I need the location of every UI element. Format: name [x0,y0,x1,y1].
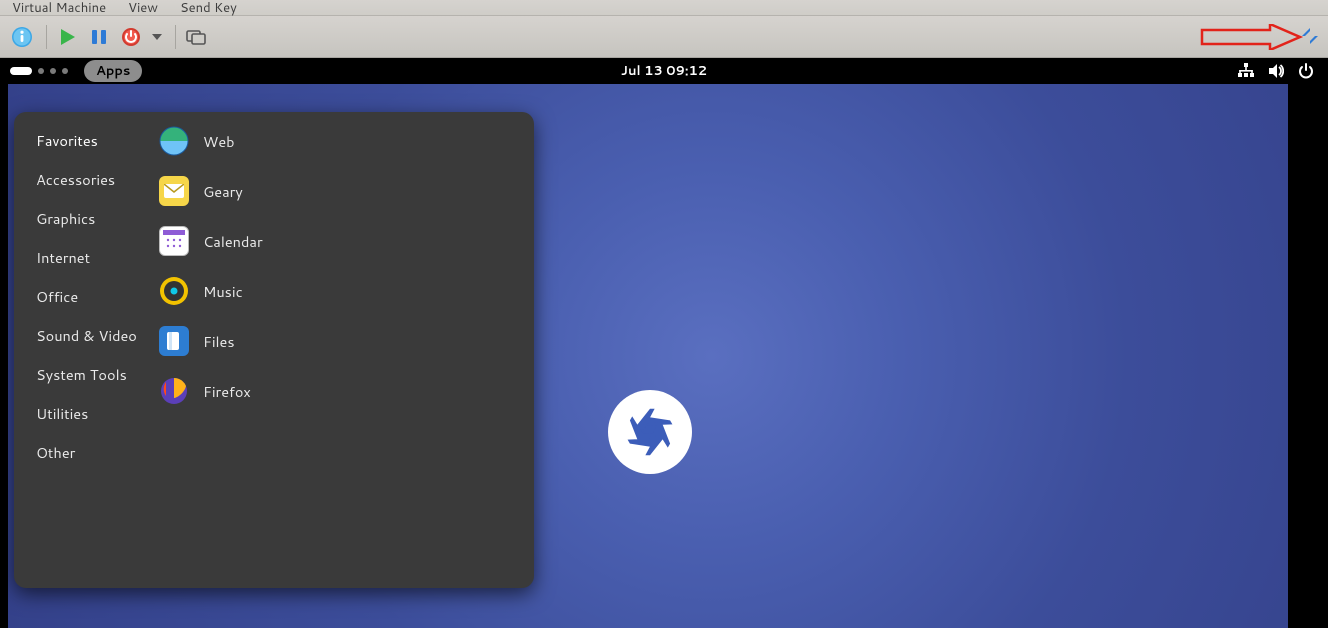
host-menubar: Virtual Machine View Send Key [0,0,1328,16]
activities-indicator[interactable] [10,67,68,75]
web-icon [159,126,189,156]
power-icon [1298,63,1314,79]
screenshot-button[interactable] [182,23,210,51]
volume-icon [1268,63,1284,79]
category-list: Favorites Accessories Graphics Internet … [14,112,149,588]
toolbar-separator [46,25,47,49]
category-system-tools[interactable]: System Tools [36,364,149,385]
system-tray[interactable] [1238,63,1314,79]
category-internet[interactable]: Internet [36,247,149,268]
power-menu-dropdown[interactable] [149,23,165,51]
nixos-logo [608,390,692,474]
app-label: Music [203,281,243,302]
calendar-icon [159,226,189,256]
app-calendar[interactable]: Calendar [159,226,534,256]
menu-virtual-machine[interactable]: Virtual Machine [12,0,106,17]
play-button[interactable] [53,23,81,51]
apps-menu: Favorites Accessories Graphics Internet … [14,112,534,588]
annotation-arrow [1200,24,1320,50]
app-label: Geary [203,181,243,202]
category-utilities[interactable]: Utilities [36,403,149,424]
guest-vm: Apps Jul 13 09:12 [0,58,1328,628]
app-music[interactable]: Music [159,276,534,306]
toolbar-separator [175,25,176,49]
network-icon [1238,63,1254,79]
info-button[interactable] [8,23,36,51]
category-graphics[interactable]: Graphics [36,208,149,229]
apps-button[interactable]: Apps [84,60,142,82]
app-geary[interactable]: Geary [159,176,534,206]
menu-view[interactable]: View [128,0,158,17]
power-button[interactable] [117,23,145,51]
app-files[interactable]: Files [159,326,534,356]
category-office[interactable]: Office [36,286,149,307]
gnome-topbar: Apps Jul 13 09:12 [0,58,1328,84]
host-toolbar [0,16,1328,58]
app-firefox[interactable]: Firefox [159,376,534,406]
app-label: Files [203,331,235,352]
app-web[interactable]: Web [159,126,534,156]
app-label: Calendar [203,231,263,252]
firefox-icon [159,376,189,406]
category-favorites[interactable]: Favorites [36,130,149,151]
category-accessories[interactable]: Accessories [36,169,149,190]
app-label: Web [203,131,235,152]
files-icon [159,326,189,356]
app-label: Firefox [203,381,251,402]
app-list: Web Geary Calendar [149,112,534,588]
menu-send-key[interactable]: Send Key [180,0,237,17]
mail-icon [159,176,189,206]
pause-button[interactable] [85,23,113,51]
category-sound-video[interactable]: Sound & Video [36,325,149,346]
desktop[interactable]: Favorites Accessories Graphics Internet … [0,84,1328,628]
clock[interactable]: Jul 13 09:12 [621,62,707,80]
category-other[interactable]: Other [36,442,149,463]
music-icon [159,276,189,306]
